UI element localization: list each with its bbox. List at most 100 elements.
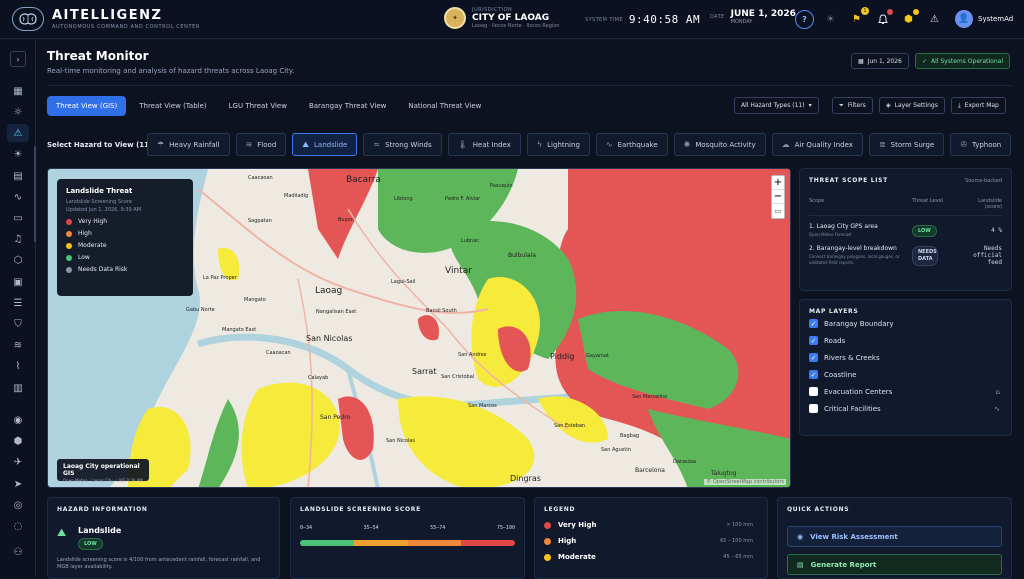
hazard-storm-surge[interactable]: ≣ Storm Surge <box>868 133 945 156</box>
checkbox-checked[interactable]: ✓ <box>809 353 818 362</box>
layer-settings-button[interactable]: ◈ Layer Settings <box>879 97 945 114</box>
send-icon[interactable]: ➤ <box>7 475 29 493</box>
alert-badge-count: 1 <box>861 7 869 15</box>
layer-critical-facilities[interactable]: Critical Facilities ∿ <box>809 400 1002 417</box>
hazard-lightning[interactable]: ϟ Lightning <box>526 133 590 156</box>
map-source-badge: Laoag City operational GIS Open-Meteo · … <box>57 459 149 483</box>
legend-panel-title: LEGEND <box>544 506 576 513</box>
layer-roads[interactable]: ✓ Roads <box>809 332 1002 349</box>
box-icon[interactable]: ⬢ <box>7 432 29 450</box>
table-row[interactable]: 1. Laoag City GPS area Open-Meteo Foreca… <box>809 223 1002 238</box>
waves-icon[interactable]: ≋ <box>7 336 29 354</box>
tab-threat-view-gis[interactable]: Threat View (GIS) <box>47 96 127 116</box>
system-status-badge[interactable]: ✓ All Systems Operational <box>915 53 1010 69</box>
clipboard-icon[interactable]: ▣ <box>7 273 29 291</box>
tab-barangay-threat-view[interactable]: Barangay Threat View <box>300 96 395 116</box>
forecast-icon[interactable]: ☀ <box>7 145 29 163</box>
map-label-san-nicolas-south: San Nicolas <box>386 438 415 444</box>
map-label-calayab: Calayab <box>308 375 328 381</box>
hazard-heavy-rainfall[interactable]: ☂ Heavy Rainfall <box>147 133 230 156</box>
zoom-in-button[interactable]: + <box>772 176 784 190</box>
cube-icon[interactable]: ⬡ <box>7 251 29 269</box>
lightning-icon: ϟ <box>536 140 543 149</box>
layers-icon: ◈ <box>886 102 891 109</box>
hazard-landslide[interactable]: ⛰ Landslide <box>292 133 358 156</box>
sidebar-scrollbar[interactable] <box>34 146 36 242</box>
list-icon[interactable]: ☰ <box>7 294 29 312</box>
weather-icon[interactable]: ☼ <box>7 103 29 121</box>
book-icon[interactable]: ▥ <box>7 379 29 397</box>
tab-national-threat-view[interactable]: National Threat View <box>399 96 490 116</box>
shield-icon[interactable]: ⛉ <box>7 315 29 333</box>
checkbox-checked[interactable]: ✓ <box>809 336 818 345</box>
activity-icon[interactable]: ∿ <box>7 188 29 206</box>
scope-source-tag: Source-backed <box>965 178 1002 184</box>
filters-button[interactable]: ⏷ Filters <box>832 97 873 114</box>
rocket-icon[interactable]: ✈ <box>7 453 29 471</box>
thermometer-icon: 🌡 <box>457 140 468 149</box>
hazard-air-quality-index[interactable]: ☁ Air Quality Index <box>771 133 863 156</box>
status-badge: LOW <box>78 538 103 550</box>
alert-glyph: ⚑ <box>852 14 861 25</box>
export-map-button[interactable]: ⤓ Export Map <box>951 97 1006 114</box>
theme-icon[interactable]: ☀ <box>821 10 840 29</box>
checkbox-checked[interactable]: ✓ <box>809 319 818 328</box>
threat-map[interactable]: Bacarra Caacaoan Madiladig Libtong Pasuq… <box>47 168 791 488</box>
map-label-san-andres: San Andres <box>458 352 487 358</box>
package-icon[interactable]: ⬢ <box>899 9 919 29</box>
hazard-info-text: Landslide screening score is 4/100 from … <box>57 557 261 570</box>
hazard-mosquito-activity[interactable]: ✺ Mosquito Activity <box>673 133 766 156</box>
checkbox-checked[interactable]: ✓ <box>809 370 818 379</box>
score-segment-very-high <box>461 540 515 546</box>
tab-threat-view-table[interactable]: Threat View (Table) <box>130 96 215 116</box>
brand-name: AITELLIGENZ <box>52 8 163 23</box>
threat-monitor-icon[interactable]: ⚠ <box>7 124 29 142</box>
hazard-earthquake[interactable]: ∿ Earthquake <box>595 133 668 156</box>
view-risk-assessment-button[interactable]: ◉ View Risk Assessment <box>787 526 1002 547</box>
system-time: SYSTEM TIME 9:40:58 AM <box>585 13 700 26</box>
hazard-typhoon[interactable]: ✇ Typhoon <box>950 133 1012 156</box>
map-label-piddig: Piddig <box>550 352 574 361</box>
jurisdiction-region: Laoag · Ilocos Norte · Ilocos Region <box>472 23 560 29</box>
alert-badge-icon[interactable]: ⚑ 1 <box>847 7 869 29</box>
hazard-type-dropdown[interactable]: All Hazard Types (11) ▾ <box>734 97 819 114</box>
layer-rivers-creeks[interactable]: ✓ Rivers & Creeks <box>809 349 1002 366</box>
layer-barangay-boundary[interactable]: ✓ Barangay Boundary <box>809 315 1002 332</box>
system-status-label: All Systems Operational <box>931 57 1003 65</box>
generate-report-button[interactable]: ▤ Generate Report <box>787 554 1002 575</box>
tab-lgu-threat-view[interactable]: LGU Threat View <box>220 96 296 116</box>
row-name: Laoag City GPS area <box>816 223 878 230</box>
warning-icon[interactable]: ⚠ <box>925 10 944 29</box>
broadcast-icon[interactable]: ◎ <box>7 496 29 514</box>
hazard-strong-winds[interactable]: ≈ Strong Winds <box>363 133 442 156</box>
quick-actions-title: QUICK ACTIONS <box>787 506 850 513</box>
dashboard-icon[interactable]: ▦ <box>7 82 29 100</box>
user-menu[interactable]: 👤 SystemAd <box>955 10 1013 28</box>
hazard-label: Strong Winds <box>385 140 432 149</box>
hazard-flood[interactable]: ≋ Flood <box>235 133 287 156</box>
date-picker-button[interactable]: ▦ Jun 1, 2026 <box>851 53 909 69</box>
zoom-out-button[interactable]: − <box>772 190 784 204</box>
map-legend-updated: Updated Jun 1, 2026, 9:39 AM <box>66 207 142 213</box>
map-legend-title: Landslide Threat <box>66 187 133 195</box>
reset-view-button[interactable]: ▭ <box>772 204 784 218</box>
document-icon[interactable]: ▭ <box>7 209 29 227</box>
signal-icon[interactable]: ◌ <box>7 517 29 535</box>
pulse-icon[interactable]: ⌇ <box>7 357 29 375</box>
sidebar-toggle-button[interactable]: › <box>10 51 26 67</box>
hazard-heat-index[interactable]: 🌡 Heat Index <box>447 133 521 156</box>
users-icon[interactable]: ⚇ <box>7 543 29 561</box>
layer-coastline[interactable]: ✓ Coastline <box>809 366 1002 383</box>
table-row[interactable]: 2. Barangay-level breakdown Connect bara… <box>809 245 1002 266</box>
notification-icon[interactable] <box>873 9 893 29</box>
help-icon[interactable]: ? <box>795 10 814 29</box>
checkbox-unchecked[interactable] <box>809 404 818 413</box>
map-icon[interactable]: ▤ <box>7 167 29 185</box>
map-attribution[interactable]: © OpenStreetMap contributors <box>704 479 786 485</box>
profile-icon[interactable]: ◉ <box>7 411 29 429</box>
checkbox-unchecked[interactable] <box>809 387 818 396</box>
layer-evacuation-centers[interactable]: Evacuation Centers ⌂ <box>809 383 1002 400</box>
bell-icon[interactable]: ♫ <box>7 230 29 248</box>
brand[interactable]: AITELLIGENZ AUTONOMOUS COMMAND AND CONTR… <box>12 7 200 31</box>
scope-col-scope: Scope <box>809 198 825 204</box>
